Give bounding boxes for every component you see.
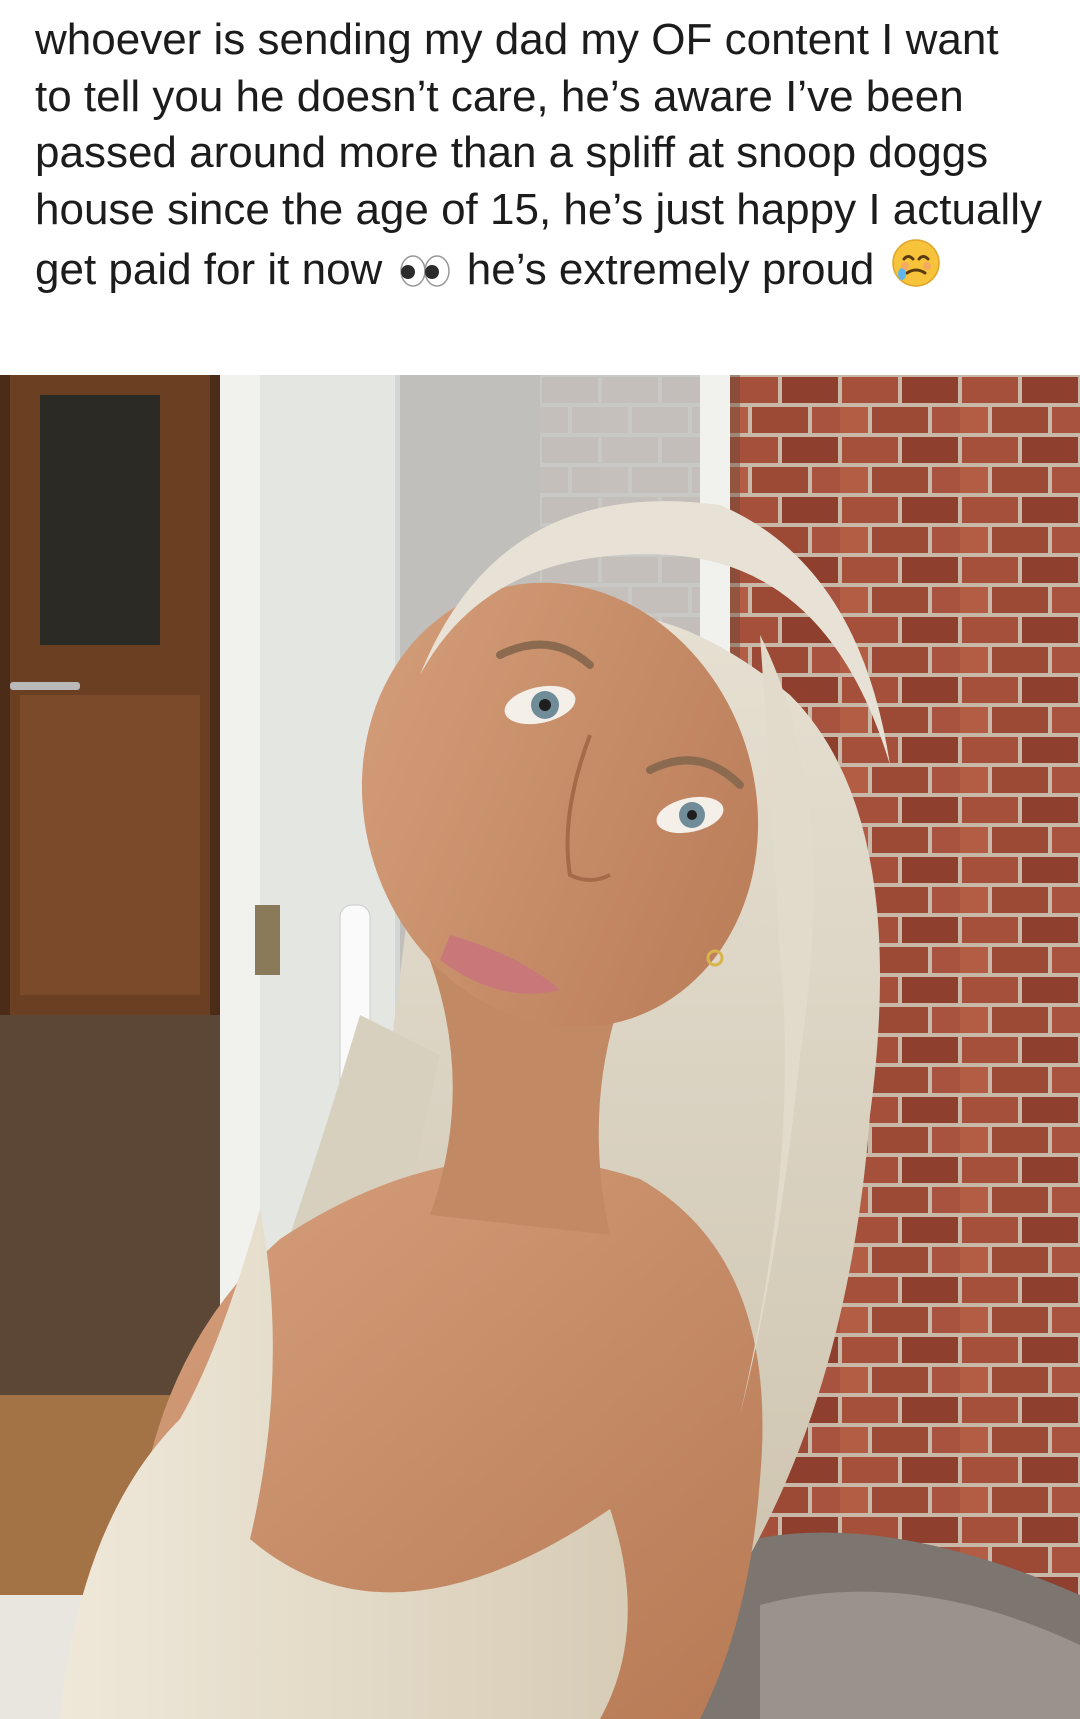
post-caption: whoever is sending my dad my OF content … bbox=[35, 12, 1045, 303]
eyes-emoji bbox=[399, 246, 451, 303]
social-post: whoever is sending my dad my OF content … bbox=[0, 0, 1080, 1719]
caption-text-part-2: he’s extremely proud bbox=[454, 245, 887, 294]
photo-of-blonde-woman-by-brick-wall bbox=[0, 375, 1080, 1719]
face-holding-back-tears-emoji bbox=[891, 238, 941, 303]
post-photo[interactable] bbox=[0, 375, 1080, 1719]
